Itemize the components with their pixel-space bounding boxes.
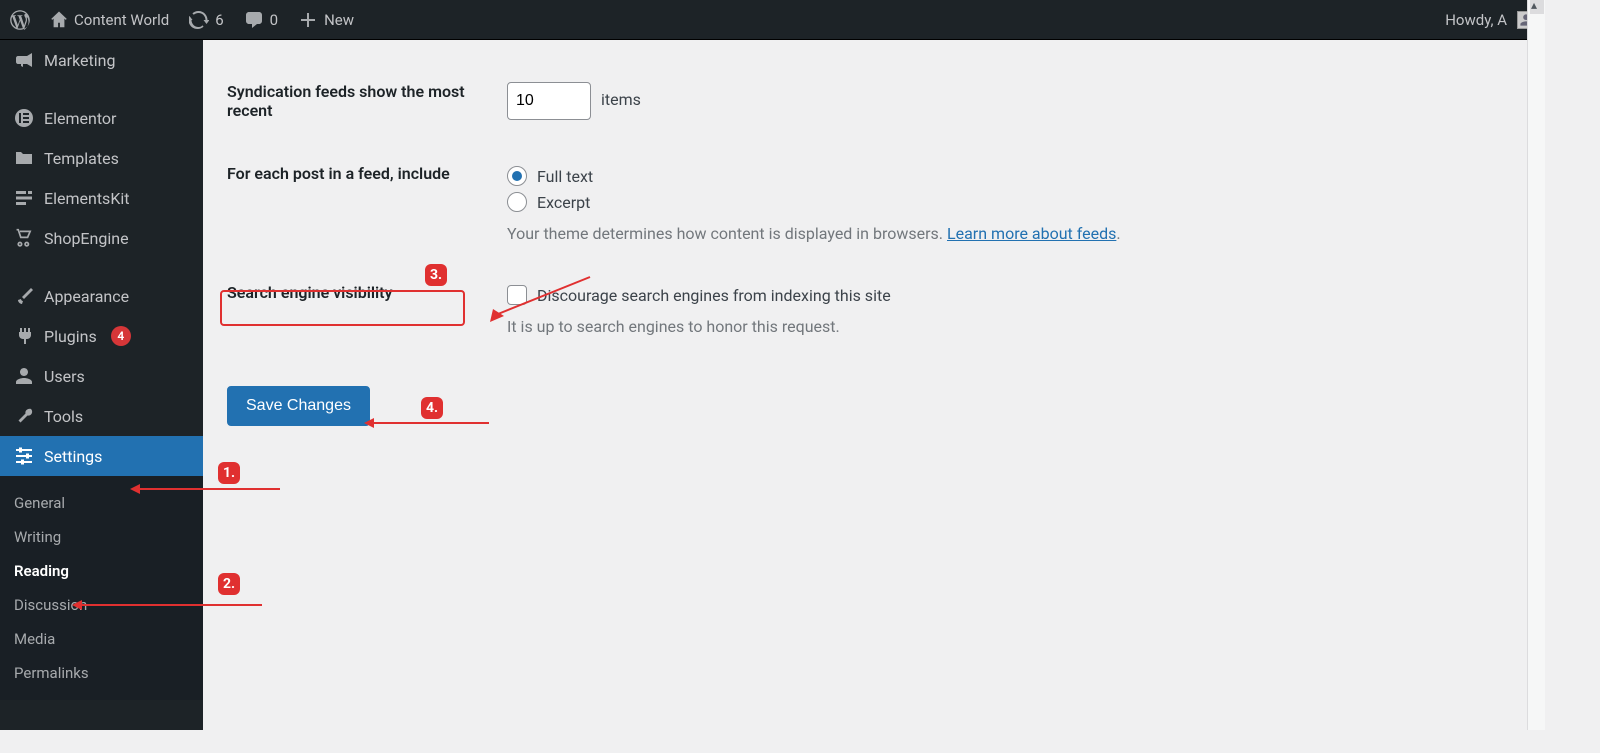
- plus-icon: [298, 10, 318, 30]
- plug-icon: [14, 326, 34, 346]
- comments-count: 0: [270, 11, 278, 29]
- wp-logo[interactable]: [0, 0, 40, 39]
- sidebar-item-plugins[interactable]: Plugins 4: [0, 316, 203, 356]
- comments-link[interactable]: 0: [234, 0, 288, 39]
- radio-full-text[interactable]: [507, 166, 527, 186]
- sidebar-item-label: ElementsKit: [44, 189, 129, 208]
- sidebar-item-label: Users: [44, 367, 85, 386]
- subitem-general[interactable]: General: [0, 486, 203, 520]
- learn-more-link[interactable]: Learn more about feeds: [947, 224, 1116, 243]
- sidebar-item-users[interactable]: Users: [0, 356, 203, 396]
- cart-icon: [14, 228, 34, 248]
- radio-full-text-label: Full text: [537, 167, 593, 186]
- new-content-link[interactable]: New: [288, 0, 364, 39]
- user-icon: [14, 366, 34, 386]
- updates-count: 6: [215, 11, 223, 29]
- visibility-note: It is up to search engines to honor this…: [507, 317, 1521, 336]
- sidebar-item-settings[interactable]: Settings: [0, 436, 203, 476]
- settings-submenu: General Writing Reading Discussion Media…: [0, 476, 203, 700]
- home-icon: [50, 11, 68, 29]
- elementor-icon: [14, 108, 34, 128]
- admin-bar: Content World 6 0 New Howdy, A: [0, 0, 1545, 40]
- subitem-discussion[interactable]: Discussion: [0, 588, 203, 622]
- elementskit-icon: [14, 188, 34, 208]
- site-name-link[interactable]: Content World: [40, 0, 179, 39]
- howdy-text: Howdy, A: [1445, 11, 1507, 29]
- sidebar-item-shopengine[interactable]: ShopEngine: [0, 218, 203, 258]
- feed-items-suffix: items: [601, 90, 641, 109]
- sidebar-item-label: Templates: [44, 149, 119, 168]
- sidebar-item-label: ShopEngine: [44, 229, 129, 248]
- sidebar-item-label: Marketing: [44, 51, 115, 70]
- refresh-icon: [189, 10, 209, 30]
- feed-include-label: For each post in a feed, include: [227, 142, 507, 261]
- settings-page: Syndication feeds show the most recent i…: [203, 40, 1545, 730]
- wordpress-icon: [10, 10, 30, 30]
- sidebar-item-tools[interactable]: Tools: [0, 396, 203, 436]
- sidebar-item-marketing[interactable]: Marketing: [0, 40, 203, 80]
- feed-count-label: Syndication feeds show the most recent: [227, 60, 507, 142]
- subitem-reading[interactable]: Reading: [0, 554, 203, 588]
- subitem-media[interactable]: Media: [0, 622, 203, 656]
- sidebar-item-label: Tools: [44, 407, 83, 426]
- megaphone-icon: [14, 50, 34, 70]
- sidebar-item-label: Plugins: [44, 327, 97, 346]
- checkbox-discourage-label: Discourage search engines from indexing …: [537, 286, 891, 305]
- brush-icon: [14, 286, 34, 306]
- subitem-permalinks[interactable]: Permalinks: [0, 656, 203, 690]
- checkbox-discourage[interactable]: [507, 285, 527, 305]
- subitem-writing[interactable]: Writing: [0, 520, 203, 554]
- sidebar-item-appearance[interactable]: Appearance: [0, 276, 203, 316]
- sidebar-item-templates[interactable]: Templates: [0, 138, 203, 178]
- site-name: Content World: [74, 11, 169, 29]
- save-button[interactable]: Save Changes: [227, 386, 370, 426]
- new-label: New: [324, 11, 354, 29]
- visibility-label: Search engine visibility: [227, 261, 507, 354]
- feed-count-input[interactable]: [507, 82, 591, 120]
- folder-icon: [14, 148, 34, 168]
- feed-desc-text: Your theme determines how content is dis…: [507, 224, 947, 243]
- admin-sidebar: Marketing Elementor Templates ElementsKi…: [0, 40, 203, 730]
- updates-link[interactable]: 6: [179, 0, 233, 39]
- wrench-icon: [14, 406, 34, 426]
- sliders-icon: [14, 446, 34, 466]
- plugins-update-badge: 4: [111, 326, 131, 346]
- sidebar-item-elementskit[interactable]: ElementsKit: [0, 178, 203, 218]
- sidebar-item-label: Settings: [44, 447, 102, 466]
- sidebar-item-elementor[interactable]: Elementor: [0, 98, 203, 138]
- scrollbar[interactable]: [1527, 0, 1545, 730]
- comment-icon: [244, 10, 264, 30]
- radio-excerpt-label: Excerpt: [537, 193, 590, 212]
- sidebar-item-label: Elementor: [44, 109, 116, 128]
- radio-excerpt[interactable]: [507, 192, 527, 212]
- sidebar-item-label: Appearance: [44, 287, 129, 306]
